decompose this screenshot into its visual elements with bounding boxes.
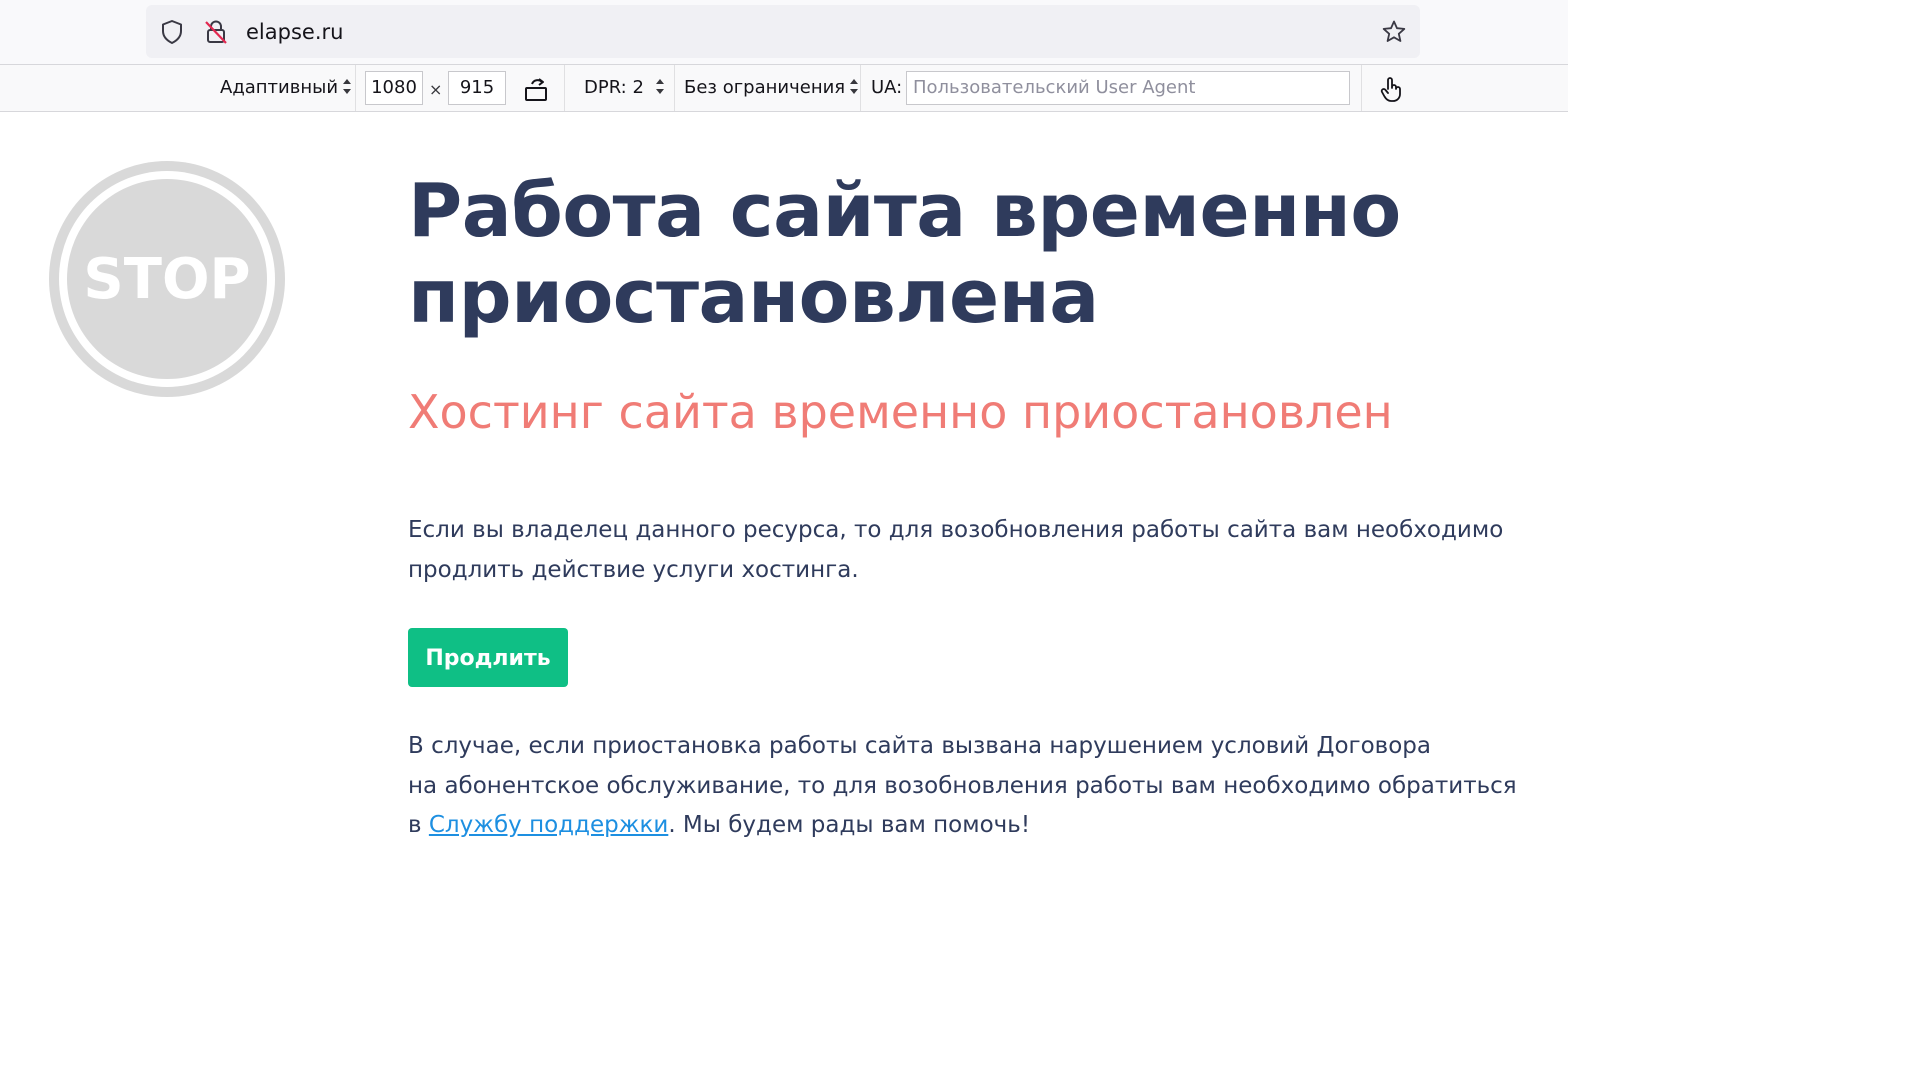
user-agent-input[interactable]: Пользовательский User Agent: [906, 71, 1350, 105]
ua-label: UA:: [871, 77, 903, 98]
insecure-lock-icon[interactable]: [202, 18, 230, 46]
dpr-label: DPR: 2: [584, 77, 644, 98]
bookmark-star-icon[interactable]: [1380, 18, 1408, 46]
page-subtitle: Хостинг сайта временно приостановлен: [408, 385, 1393, 439]
device-selector[interactable]: Адаптивный: [220, 65, 352, 111]
violation-instructions: В случае, если приостановка работы сайта…: [408, 727, 1518, 846]
rotate-viewport-icon[interactable]: [522, 75, 550, 103]
address-bar[interactable]: elapse.ru: [146, 5, 1420, 58]
touch-simulation-icon[interactable]: [1377, 75, 1405, 103]
separator: [1361, 65, 1362, 111]
throttling-label: Без ограничения: [684, 77, 846, 98]
updown-arrows-icon: [850, 78, 859, 94]
violation-text-suffix: . Мы будем рады вам помочь!: [668, 812, 1031, 838]
renew-button[interactable]: Продлить: [408, 628, 568, 687]
dpr-selector[interactable]: DPR: 2: [584, 65, 665, 111]
page-title-line1: Работа сайта временно: [408, 168, 1401, 254]
violation-text-line2: на абонентское обслуживание, то для возо…: [408, 772, 1517, 799]
updown-arrows-icon: [343, 78, 352, 94]
violation-text-prefix: в: [408, 812, 429, 838]
stop-sign-text: STOP: [83, 247, 250, 312]
separator: [674, 65, 675, 111]
dimension-times: ×: [429, 80, 443, 99]
viewport-height-input[interactable]: 915: [448, 71, 506, 105]
throttling-selector[interactable]: Без ограничения: [684, 65, 859, 111]
viewport-width-input[interactable]: 1080: [365, 71, 423, 105]
violation-text-line1: В случае, если приостановка работы сайта…: [408, 733, 1432, 759]
url-text[interactable]: elapse.ru: [246, 20, 343, 44]
shield-icon[interactable]: [158, 18, 186, 46]
browser-toolbar: elapse.ru: [0, 0, 1568, 64]
page-title: Работа сайта временно приостановлена: [408, 168, 1528, 340]
separator: [860, 65, 861, 111]
page-title-line2: приостановлена: [408, 254, 1099, 340]
separator: [564, 65, 565, 111]
device-selector-label: Адаптивный: [220, 77, 339, 98]
updown-arrows-icon: [655, 78, 665, 94]
stop-sign-icon: STOP: [44, 156, 290, 402]
owner-instructions: Если вы владелец данного ресурса, то для…: [408, 517, 1504, 583]
responsive-design-toolbar: Адаптивный 1080 × 915 DPR: 2 Без огранич…: [0, 64, 1568, 112]
support-link[interactable]: Службу поддержки: [429, 812, 668, 838]
separator: [355, 65, 356, 111]
